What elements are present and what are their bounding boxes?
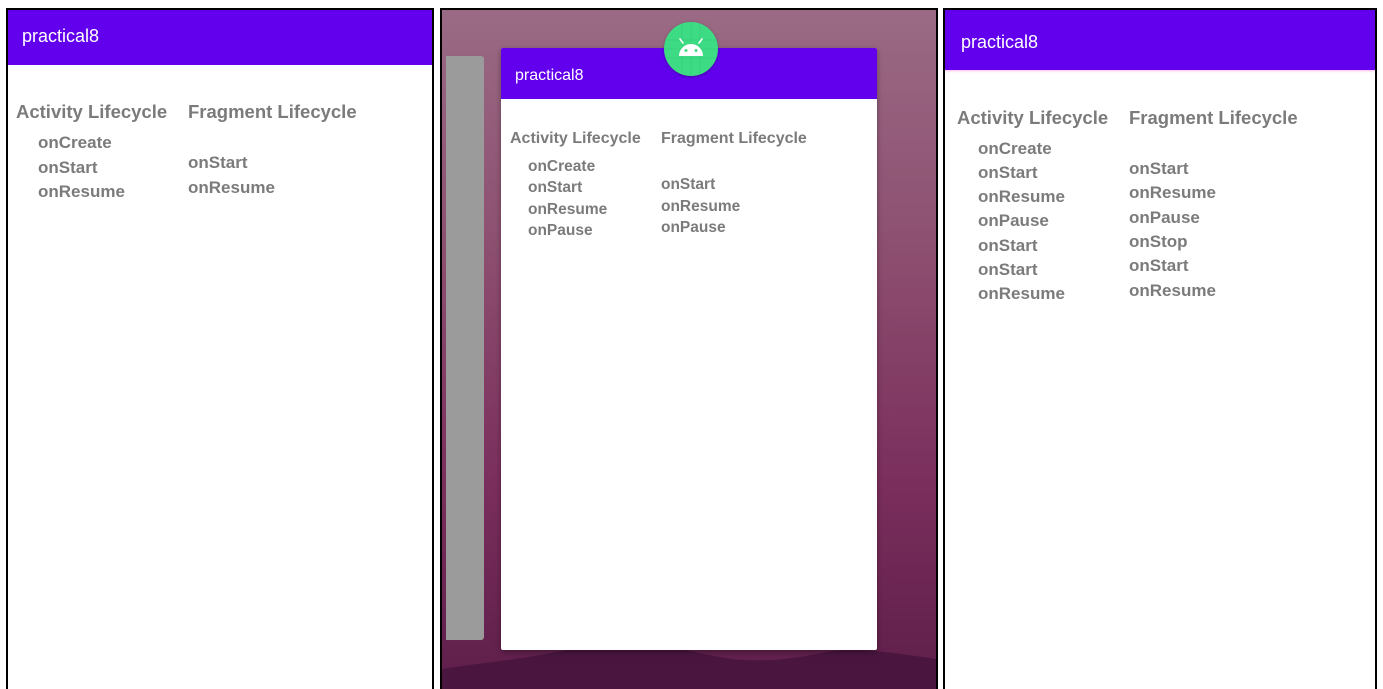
activity-log-item: onPause [978, 211, 1049, 230]
fragment-log-item: onStart [661, 176, 716, 193]
app-screen-3: practical8 Activity Lifecycle Fragment L… [943, 8, 1377, 689]
activity-log-item: onStart [528, 179, 583, 196]
app-bar: practical8 [945, 10, 1375, 70]
fragment-log-item: onStart [1129, 159, 1189, 178]
app-bar: practical8 [8, 10, 432, 65]
fragment-lifecycle-header: Fragment Lifecycle [1129, 107, 1298, 128]
app-screen-1: practical8 Activity Lifecycle Fragment L… [6, 8, 434, 689]
recents-screen: practical8 Activity Lifecycle Fragment L… [440, 8, 938, 689]
fragment-log-item: onStop [1129, 232, 1188, 251]
activity-log-item: onStart [978, 260, 1038, 279]
fragment-log-item: onResume [661, 198, 741, 215]
fragment-log-item: onResume [188, 178, 275, 197]
activity-lifecycle-header: Activity Lifecycle [957, 107, 1109, 128]
activity-log-item: onPause [528, 222, 593, 239]
fragment-log-item: onPause [661, 219, 726, 236]
activity-log-item: onResume [528, 201, 608, 218]
app-title: practical8 [515, 67, 584, 84]
recent-app-card[interactable]: practical8 Activity Lifecycle Fragment L… [501, 48, 877, 650]
fragment-lifecycle-header: Fragment Lifecycle [661, 130, 807, 147]
activity-lifecycle-header: Activity Lifecycle [16, 101, 168, 122]
activity-log-item: onCreate [38, 133, 112, 152]
app-title: practical8 [961, 32, 1039, 52]
fragment-log-item: onResume [1129, 281, 1216, 300]
activity-log-item: onResume [38, 182, 125, 201]
activity-log-item: onStart [978, 163, 1038, 182]
activity-log-item: onResume [978, 187, 1065, 206]
activity-log-item: onCreate [978, 139, 1052, 158]
previous-app-card[interactable] [446, 56, 484, 640]
fragment-lifecycle-header: Fragment Lifecycle [188, 101, 357, 122]
activity-log-item: onStart [978, 236, 1038, 255]
fragment-log-item: onResume [1129, 183, 1216, 202]
fragment-log-item: onPause [1129, 208, 1200, 227]
fragment-log-item: onStart [1129, 256, 1189, 275]
app-title: practical8 [22, 26, 100, 46]
activity-log-item: onCreate [528, 158, 596, 175]
android-icon[interactable] [664, 22, 718, 76]
activity-lifecycle-header: Activity Lifecycle [510, 130, 641, 147]
fragment-log-item: onStart [188, 153, 248, 172]
activity-log-item: onResume [978, 284, 1065, 303]
activity-log-item: onStart [38, 158, 98, 177]
